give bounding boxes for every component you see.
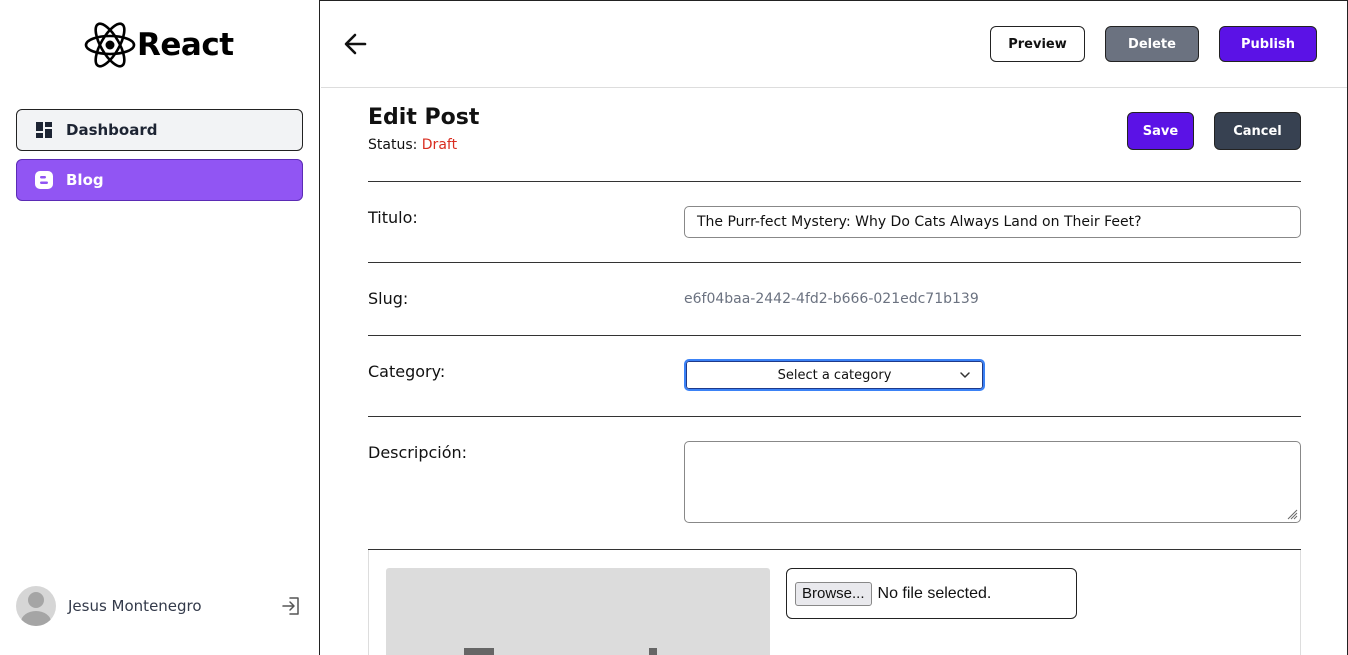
divider [368,416,1301,417]
file-status: No file selected. [877,584,992,602]
status-badge: Draft [421,137,458,153]
descripcion-label: Descripción: [368,443,468,462]
sidebar: React Dashboard Blog Jesus Montenegro [0,0,320,655]
slug-value: e6f04baa-2442-4fd2-b666-021edc71b139 [684,291,979,307]
user-name: Jesus Montenegro [68,597,202,615]
browse-button[interactable]: Browse... [795,581,872,606]
status-label: Status: [368,137,418,153]
top-header: Preview Delete Publish [321,1,1347,88]
avatar[interactable] [16,586,56,626]
titulo-input[interactable]: The Purr-fect Mystery: Why Do Cats Alway… [684,206,1301,238]
category-select[interactable]: Select a category [684,359,985,391]
divider [368,335,1301,336]
image-preview [386,568,770,655]
category-select-value: Select a category [777,367,892,383]
divider [368,181,1301,182]
placeholder-graphic [464,648,657,655]
react-logo-icon [84,22,136,68]
page-title: Edit Post [368,105,480,130]
logo-text: React [137,27,234,63]
divider [368,262,1301,263]
category-label: Category: [368,362,446,381]
sidebar-item-label: Dashboard [66,121,158,139]
user-profile: Jesus Montenegro [16,586,303,626]
titulo-label: Titulo: [368,208,418,227]
save-button[interactable]: Save [1127,112,1194,150]
back-arrow-icon[interactable] [343,31,369,57]
cancel-button[interactable]: Cancel [1214,112,1301,150]
file-input[interactable]: Browse... No file selected. [786,568,1077,619]
logout-icon[interactable] [281,596,301,616]
logo[interactable]: React [83,20,234,70]
chevron-down-icon [960,372,970,378]
dashboard-icon [35,121,53,139]
resize-handle-icon[interactable] [1286,508,1298,520]
publish-button[interactable]: Publish [1219,26,1317,62]
blogger-icon [35,171,53,189]
preview-button[interactable]: Preview [990,26,1085,62]
post-status: Status: Draft [368,137,457,153]
descripcion-textarea[interactable] [684,441,1301,523]
sidebar-item-label: Blog [66,171,104,189]
image-upload-panel: Browse... No file selected. [368,550,1301,655]
delete-button[interactable]: Delete [1105,26,1199,62]
sidebar-item-blog[interactable]: Blog [16,159,303,201]
sidebar-item-dashboard[interactable]: Dashboard [16,109,303,151]
slug-label: Slug: [368,289,409,308]
